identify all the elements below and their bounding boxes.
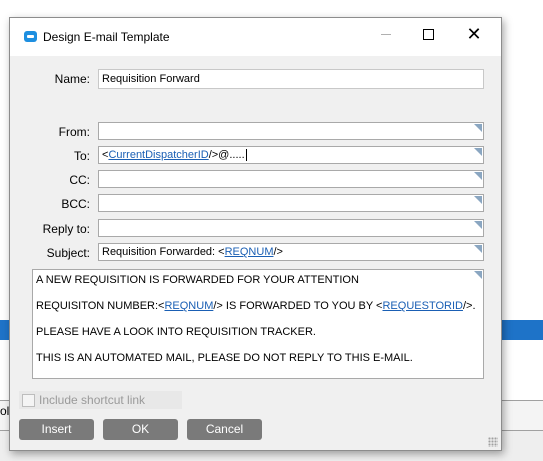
- close-button[interactable]: ✕: [451, 18, 497, 50]
- body-line-4: THIS IS AN AUTOMATED MAIL, PLEASE DO NOT…: [36, 352, 413, 364]
- text-caret: [245, 149, 247, 162]
- bcc-label: BCC:: [61, 197, 90, 211]
- minimize-button[interactable]: [363, 18, 409, 50]
- cc-field[interactable]: [98, 170, 484, 188]
- replyto-picker-icon[interactable]: [474, 221, 482, 229]
- app-icon: [24, 31, 37, 42]
- from-field[interactable]: [98, 122, 484, 140]
- to-field[interactable]: <CurrentDispatcherID/>@.....: [98, 146, 484, 164]
- body-line-2-suffix: />.: [462, 300, 476, 312]
- ok-button[interactable]: OK: [103, 419, 178, 440]
- name-field[interactable]: Requisition Forward: [98, 69, 484, 89]
- from-picker-icon[interactable]: [474, 124, 482, 132]
- replyto-label: Reply to:: [42, 222, 90, 236]
- maximize-button[interactable]: [405, 18, 451, 50]
- include-shortcut-checkbox[interactable]: [22, 394, 35, 407]
- title-bar[interactable]: Design E-mail Template ✕: [10, 18, 501, 56]
- close-icon: ✕: [466, 24, 482, 44]
- subject-token-link[interactable]: REQNUM: [225, 246, 274, 258]
- bcc-field[interactable]: [98, 194, 484, 212]
- body-line-2: REQUISITON NUMBER:<REQNUM/> IS FORWARDED…: [36, 300, 483, 313]
- window-title: Design E-mail Template: [43, 30, 170, 44]
- subject-suffix: />: [273, 246, 283, 258]
- to-token-link[interactable]: CurrentDispatcherID: [108, 149, 208, 161]
- body-requestorid-link[interactable]: REQUESTORID: [382, 300, 462, 312]
- to-label: To:: [73, 149, 90, 163]
- to-picker-icon[interactable]: [474, 148, 482, 156]
- body-line-3: PLEASE HAVE A LOOK INTO REQUISITION TRAC…: [36, 326, 316, 338]
- subject-picker-icon[interactable]: [474, 245, 482, 253]
- body-reqnum-link[interactable]: REQNUM: [164, 300, 213, 312]
- to-suffix: />@.....: [208, 149, 245, 161]
- replyto-field[interactable]: [98, 219, 484, 237]
- email-body-editor[interactable]: A NEW REQUISITION IS FORWARDED FOR YOUR …: [32, 269, 484, 379]
- subject-field[interactable]: Requisition Forwarded: <REQNUM/>: [98, 243, 484, 261]
- body-line-2-prefix: REQUISITON NUMBER:<: [36, 300, 165, 312]
- subject-label: Subject:: [46, 246, 90, 260]
- bcc-picker-icon[interactable]: [474, 196, 482, 204]
- body-line-2-middle: /> IS FORWARDED TO YOU BY <: [213, 300, 383, 312]
- subject-prefix: Requisition Forwarded: <: [102, 246, 225, 258]
- include-shortcut-label: Include shortcut link: [39, 393, 146, 407]
- insert-button[interactable]: Insert: [19, 419, 94, 440]
- from-label: From:: [58, 125, 90, 139]
- body-line-1: A NEW REQUISITION IS FORWARDED FOR YOUR …: [36, 274, 359, 286]
- cc-label: CC:: [69, 173, 90, 187]
- resize-grip-icon[interactable]: [488, 437, 498, 447]
- cc-picker-icon[interactable]: [474, 172, 482, 180]
- maximize-icon: [422, 28, 434, 40]
- name-label: Name:: [54, 72, 90, 86]
- name-value: Requisition Forward: [102, 73, 200, 85]
- design-email-template-dialog: Design E-mail Template ✕ Name: Requisiti…: [9, 17, 502, 451]
- cancel-button[interactable]: Cancel: [187, 419, 262, 440]
- include-shortcut-option[interactable]: Include shortcut link: [19, 391, 182, 409]
- minimize-icon: [381, 33, 391, 35]
- body-picker-icon[interactable]: [474, 271, 482, 279]
